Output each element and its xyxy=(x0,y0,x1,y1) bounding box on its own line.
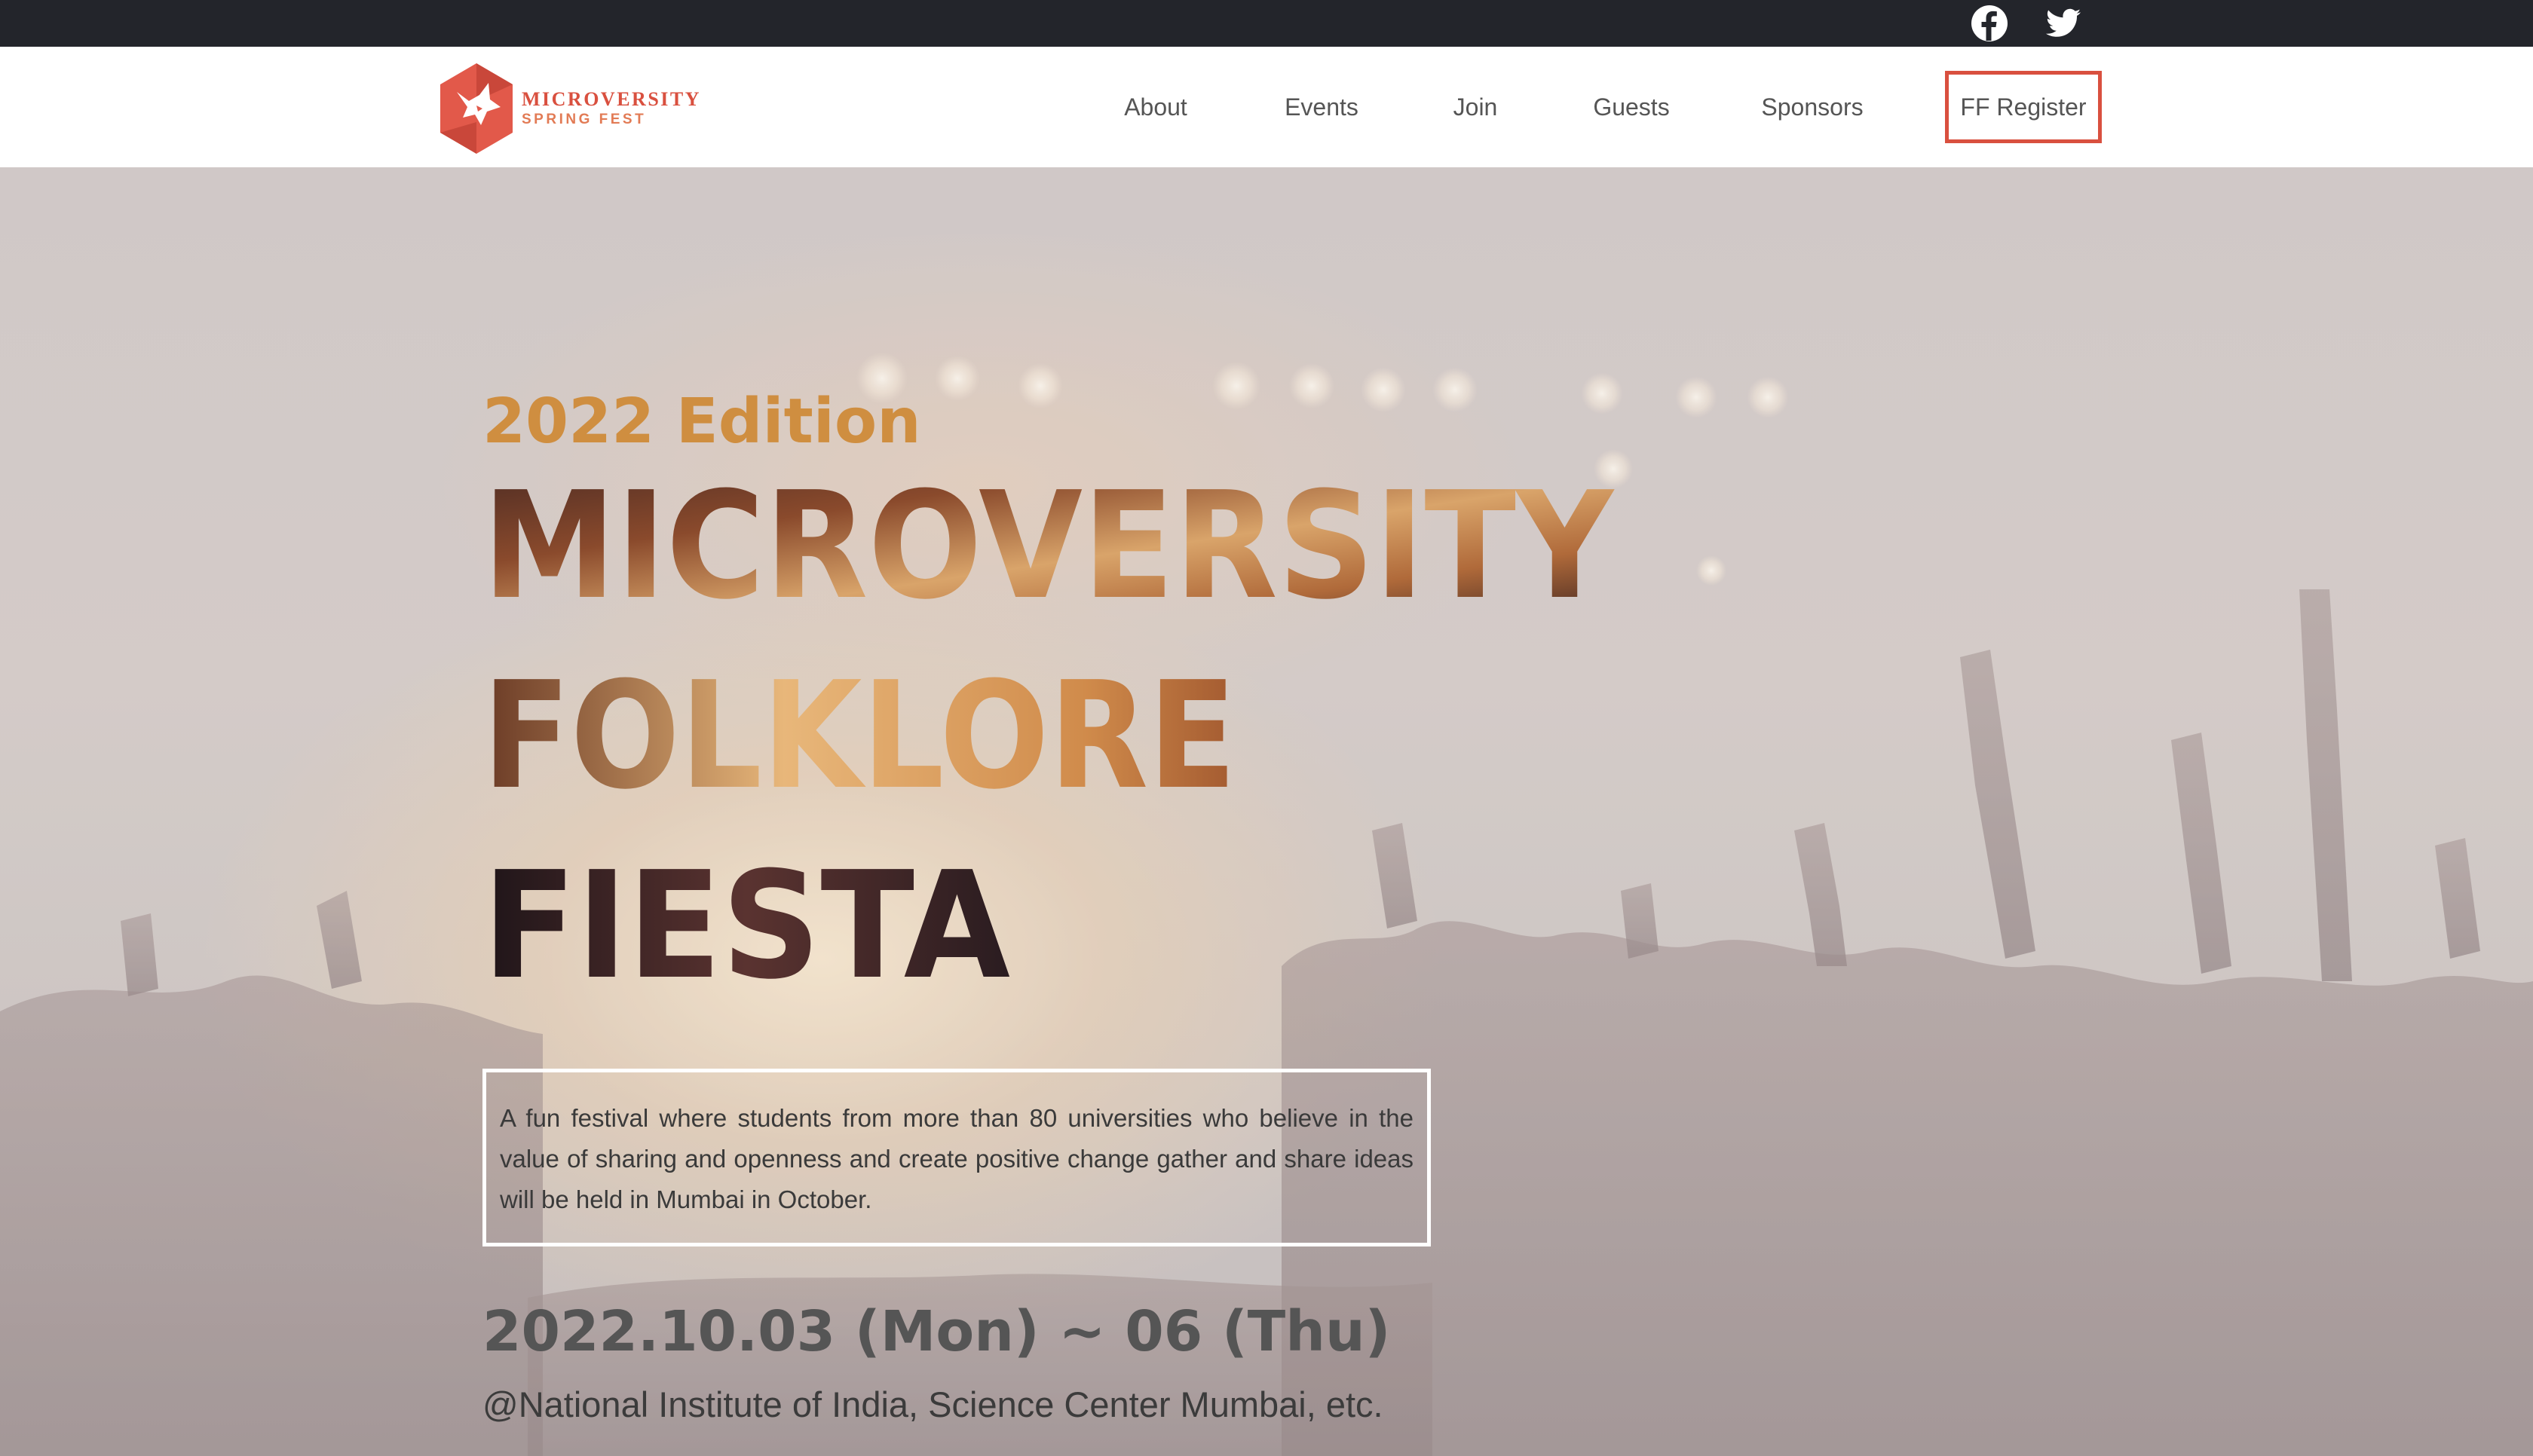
nav-about[interactable]: About xyxy=(1105,84,1206,130)
title-line-1: MICROVERSITY xyxy=(482,460,1615,632)
nav-events[interactable]: Events xyxy=(1266,84,1377,130)
logo-subtitle: SPRING FEST xyxy=(522,112,647,127)
edition-label: 2022 Edition xyxy=(482,386,921,457)
fox-logo-icon xyxy=(440,63,513,154)
title-line-2: FOLKLORE xyxy=(482,650,1236,822)
register-button[interactable]: FF Register xyxy=(1945,71,2102,143)
nav-guests[interactable]: Guests xyxy=(1583,84,1680,130)
event-venue: @National Institute of India, Science Ce… xyxy=(482,1384,1383,1424)
festival-description: A fun festival where students from more … xyxy=(500,1104,1414,1213)
title-line-3: FIESTA xyxy=(482,840,1010,1012)
site-logo[interactable]: MICROVERSITY SPRING FEST xyxy=(434,62,721,155)
site-header: MICROVERSITY SPRING FEST About Events Jo… xyxy=(0,47,2533,167)
nav-sponsors[interactable]: Sponsors xyxy=(1753,84,1871,130)
event-date: 2022.10.03 (Mon) ~ 06 (Thu) xyxy=(482,1299,1391,1364)
twitter-icon[interactable] xyxy=(2043,3,2084,44)
social-bar xyxy=(0,0,2533,47)
facebook-icon[interactable] xyxy=(1969,3,2010,44)
hero-section: 2022 Edition MICROVERSITY FOLKLORE FIEST… xyxy=(0,167,2533,1456)
description-box: A fun festival where students from more … xyxy=(482,1069,1431,1246)
logo-title: MICROVERSITY xyxy=(522,88,702,110)
nav-join[interactable]: Join xyxy=(1441,84,1509,130)
